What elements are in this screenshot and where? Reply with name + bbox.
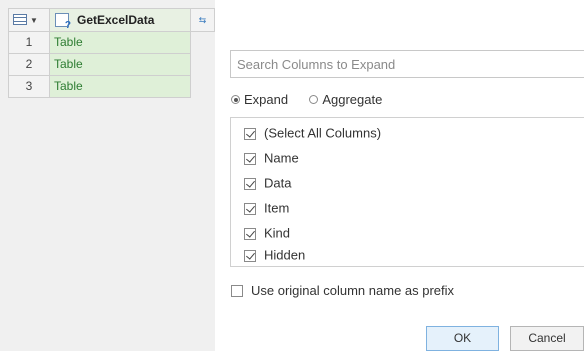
checkbox-checked-icon <box>244 127 256 140</box>
checkbox-unchecked-icon <box>231 284 243 297</box>
checkbox-checked-icon <box>244 202 256 215</box>
table-menu-button[interactable]: ▼ <box>8 8 50 32</box>
expand-column-icon: ⇆ <box>198 15 207 25</box>
mode-radio-group: Expand Aggregate <box>231 91 382 107</box>
column-checkbox-kind[interactable]: Kind <box>244 224 290 242</box>
radio-selected-icon <box>231 95 240 105</box>
popup-top <box>215 8 584 30</box>
checkbox-checked-icon <box>244 152 256 165</box>
checkbox-checked-icon <box>244 177 256 190</box>
checkbox-checked-icon <box>244 249 256 262</box>
table-cell[interactable]: Table <box>50 32 191 54</box>
row-number: 3 <box>8 76 50 98</box>
table-cell[interactable]: Table <box>50 76 191 98</box>
search-columns-input[interactable] <box>230 50 584 78</box>
table-icon <box>13 14 27 25</box>
checkbox-checked-icon <box>244 227 256 240</box>
ok-button[interactable]: OK <box>426 326 499 351</box>
table-row: 1 Table <box>8 32 191 54</box>
prefix-checkbox[interactable]: Use original column name as prefix <box>231 282 454 298</box>
column-checkbox-name[interactable]: Name <box>244 149 299 167</box>
column-title: GetExcelData <box>77 13 155 27</box>
column-header[interactable]: GetExcelData <box>50 8 191 32</box>
column-list: (Select All Columns) Name Data Item Kind… <box>230 117 584 267</box>
chevron-down-icon: ▼ <box>30 16 38 25</box>
cancel-button[interactable]: Cancel <box>510 326 584 351</box>
any-type-icon[interactable] <box>55 13 71 31</box>
expand-radio[interactable]: Expand <box>231 91 292 107</box>
expand-column-button[interactable]: ⇆ <box>191 8 215 32</box>
aggregate-radio[interactable]: Aggregate <box>309 91 382 107</box>
column-checkbox-hidden[interactable]: Hidden <box>244 246 305 264</box>
expand-columns-dialog: Expand Aggregate (Select All Columns) Na… <box>215 30 584 351</box>
table-row: 2 Table <box>8 54 191 76</box>
column-checkbox-item[interactable]: Item <box>244 199 289 217</box>
column-checkbox-select-all[interactable]: (Select All Columns) <box>244 124 381 142</box>
column-checkbox-data[interactable]: Data <box>244 174 291 192</box>
radio-unselected-icon <box>309 95 319 105</box>
table-cell[interactable]: Table <box>50 54 191 76</box>
row-number: 2 <box>8 54 50 76</box>
row-number: 1 <box>8 32 50 54</box>
table-row: 3 Table <box>8 76 191 98</box>
